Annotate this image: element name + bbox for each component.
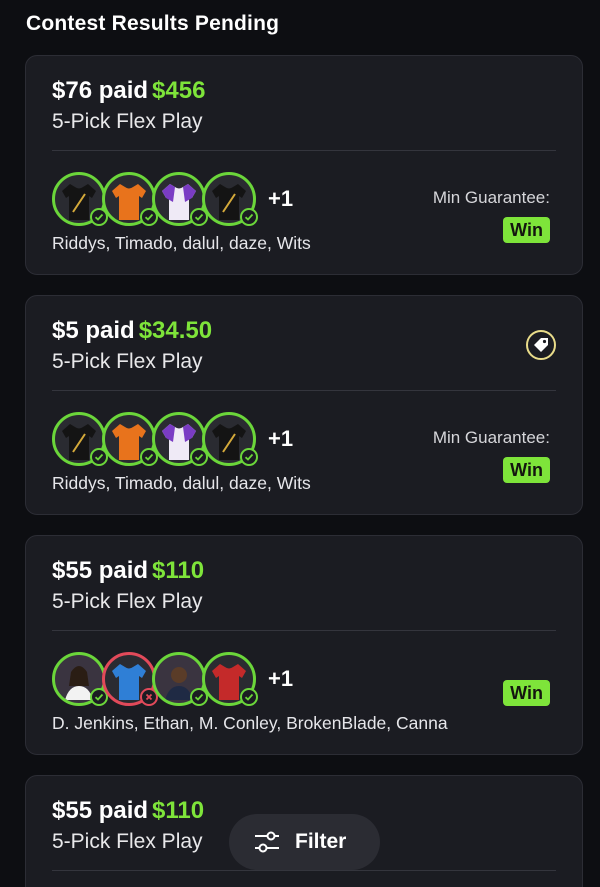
play-type: 5-Pick Flex Play	[52, 350, 203, 373]
contest-card[interactable]: $5 paid $34.50 5-Pick Flex Play +1 Riddy…	[25, 295, 583, 515]
player-names: Riddys, Timado, dalul, daze, Wits	[52, 473, 311, 493]
play-type: 5-Pick Flex Play	[52, 830, 203, 853]
min-guarantee-label: Min Guarantee:	[432, 188, 550, 207]
divider	[52, 870, 556, 871]
card-header: $76 paid $456 5-Pick Flex Play	[52, 76, 205, 135]
win-badge: Win	[503, 457, 550, 483]
check-icon	[240, 208, 258, 226]
win-badge: Win	[503, 217, 550, 243]
extra-picks-count: +1	[268, 186, 294, 211]
contest-card[interactable]: $55 paid$110 5-Pick Flex Play +1 D. Jen	[25, 535, 583, 755]
player-avatars[interactable]	[52, 172, 292, 228]
payout-amount: $110	[152, 557, 205, 584]
card-header: $5 paid $34.50 5-Pick Flex Play	[52, 316, 212, 375]
card-header: $55 paid $110 5-Pick Flex Play	[52, 556, 204, 615]
promo-tag-icon[interactable]	[526, 330, 556, 360]
play-type: 5-Pick Flex Play	[52, 590, 203, 613]
entry-paid: $76 paid	[52, 77, 149, 104]
player-avatars[interactable]	[52, 652, 292, 708]
filter-label: Filter	[295, 830, 347, 853]
entry-paid: $55 paid	[52, 797, 149, 824]
filter-sliders-icon	[255, 831, 279, 853]
min-guarantee-label: Min Guarantee:	[432, 428, 550, 447]
divider	[52, 390, 556, 391]
extra-picks-count: +1	[268, 426, 294, 451]
entry-paid: $5 paid	[52, 317, 135, 344]
player-names: D. Jenkins, Ethan, M. Conley, BrokenBlad…	[52, 713, 448, 733]
win-badge: Win	[503, 680, 550, 706]
player-avatars[interactable]	[52, 412, 292, 468]
contest-results-screen: Contest Results Pending $76 paid $456 5-P…	[0, 0, 600, 887]
check-icon	[240, 448, 258, 466]
filter-button[interactable]: Filter	[229, 814, 380, 870]
extra-picks-count: +1	[268, 666, 294, 691]
entry-paid: $55 paid	[52, 557, 149, 584]
divider	[52, 630, 556, 631]
payout-amount: $456	[152, 77, 206, 104]
card-header: $55 paid $110 5-Pick Flex Play	[52, 796, 204, 855]
contest-card[interactable]: $76 paid$456 5-Pick Flex Play +1 Riddys	[25, 55, 583, 275]
play-type: 5-Pick Flex Play	[52, 110, 203, 133]
check-icon	[240, 688, 258, 706]
player-names: Riddys, Timado, dalul, daze, Wits	[52, 233, 311, 253]
payout-amount: $34.50	[138, 317, 213, 344]
section-title: Contest Results Pending	[26, 12, 280, 35]
payout-amount: $110	[152, 797, 205, 824]
divider	[52, 150, 556, 151]
